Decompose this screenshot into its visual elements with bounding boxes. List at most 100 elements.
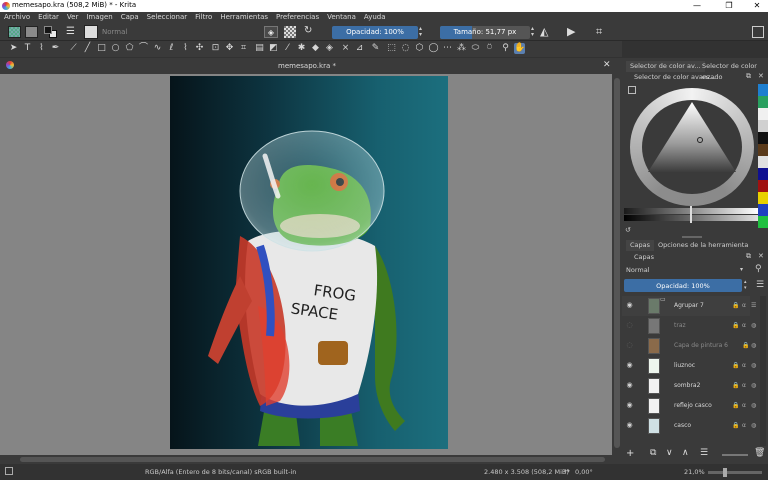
rect-select-icon[interactable]: ⬚ <box>386 43 397 54</box>
layers-menu-icon[interactable]: ☰ <box>756 280 764 290</box>
crop-tool-icon[interactable]: ⌗ <box>238 43 249 54</box>
layer-row[interactable]: ◉ sombra2 🔒 α ◍ <box>622 376 756 396</box>
zoom-tool-icon[interactable]: ⚲ <box>500 43 511 54</box>
lock-icon[interactable]: 🔒 <box>732 322 739 329</box>
blend-mode-select[interactable]: Normal <box>102 28 252 38</box>
move-layer-up-button[interactable]: ∧ <box>682 448 689 458</box>
transform-tool-icon[interactable]: ⊡ <box>210 43 221 54</box>
palette-swatch[interactable] <box>758 96 768 108</box>
layer-row[interactable]: ◉ liuznoc 🔒 α ◍ <box>622 356 756 376</box>
opacity-stepper-icon[interactable]: ▴ ▾ <box>419 26 425 39</box>
layer-row[interactable]: ◌ Capa de pintura 6 🔒 ◍ <box>622 336 756 356</box>
line-tool-icon[interactable]: ╱ <box>82 43 93 54</box>
polygon-select-icon[interactable]: ⬡ <box>414 43 425 54</box>
calligraphy-icon[interactable]: ✒ <box>50 43 61 54</box>
lock-icon[interactable]: 🔒 <box>732 402 739 409</box>
horizontal-scrollbar[interactable] <box>0 455 622 464</box>
menu-editar[interactable]: Editar <box>34 12 63 23</box>
zoom-slider[interactable] <box>708 468 762 477</box>
visibility-hidden-icon[interactable]: ◌ <box>625 341 634 350</box>
layer-row[interactable]: ◉ ▭ Agrupar 7 🔒 α ☰ <box>622 296 756 316</box>
palette-swatch[interactable] <box>758 168 768 180</box>
close-window-button[interactable]: ✕ <box>746 0 768 12</box>
crop-icon[interactable]: ⌗ <box>596 25 608 38</box>
layer-opacity-stepper-icon[interactable]: ▴ ▾ <box>744 279 747 291</box>
layer-row[interactable]: ◌ traz 🔒 α ◍ <box>622 316 756 336</box>
layer-row[interactable]: ◉ casco 🔒 α ◍ <box>622 416 756 436</box>
minimize-button[interactable]: — <box>686 0 708 12</box>
gradient-tool-icon[interactable]: ▤ <box>254 43 265 54</box>
palette-swatch[interactable] <box>758 216 768 228</box>
add-layer-button[interactable]: + <box>626 448 634 459</box>
palette-swatch[interactable] <box>758 144 768 156</box>
delete-layer-button[interactable]: 🗑 <box>754 448 765 458</box>
tab-specific-color-selector[interactable]: Selector de color es... <box>698 61 768 81</box>
visibility-eye-icon[interactable]: ◉ <box>625 301 634 310</box>
layers-float-icon[interactable]: ⧉ <box>746 252 751 261</box>
colorize-mask-icon[interactable]: ◩ <box>268 43 279 54</box>
lock-icon[interactable]: 🔒 <box>732 382 739 389</box>
menu-herramientas[interactable]: Herramientas <box>216 12 272 23</box>
lock-icon[interactable]: 🔒 <box>732 362 739 369</box>
menu-archivo[interactable]: Archivo <box>0 12 34 23</box>
similar-select-icon[interactable]: ⁂ <box>456 43 467 54</box>
smart-patch-icon[interactable]: ✱ <box>296 43 307 54</box>
visibility-eye-icon[interactable]: ◉ <box>625 361 634 370</box>
palette-swatch[interactable] <box>758 204 768 216</box>
alpha-lock-icon[interactable]: α <box>742 422 746 429</box>
palette-swatch[interactable] <box>758 180 768 192</box>
gradient-swatch[interactable] <box>25 26 38 38</box>
layers-close-icon[interactable]: ✕ <box>758 252 764 260</box>
layer-blend-mode-select[interactable]: Normal <box>626 266 748 276</box>
group-expand-icon[interactable]: ☰ <box>751 302 756 309</box>
canvas-area[interactable]: FROG SPACE <box>0 74 612 455</box>
reference-tool-icon[interactable]: ✎ <box>370 43 381 54</box>
multibrush-icon[interactable]: ✣ <box>194 43 205 54</box>
gradient-handle-icon[interactable] <box>690 206 692 223</box>
palette-strip[interactable] <box>758 84 768 228</box>
color-selector-settings-icon[interactable] <box>628 86 636 94</box>
layer-filter-icon[interactable]: ⚲ <box>755 264 762 274</box>
palette-swatch[interactable] <box>758 120 768 132</box>
maximize-button[interactable]: ❐ <box>718 0 740 12</box>
close-document-button[interactable]: ✕ <box>603 60 611 70</box>
freehand-select-icon[interactable]: ◯ <box>428 43 439 54</box>
visibility-eye-icon[interactable]: ◉ <box>625 401 634 410</box>
layer-row[interactable]: ◉ reflejo casco 🔒 α ◍ <box>622 396 756 416</box>
dynamic-brush-icon[interactable]: ⌇ <box>180 43 191 54</box>
palette-swatch[interactable] <box>758 156 768 168</box>
polygon-tool-icon[interactable]: ⬠ <box>124 43 135 54</box>
pan-tool-icon[interactable]: ✋ <box>514 43 525 54</box>
select-shapes-icon[interactable]: ➤ <box>8 43 19 54</box>
docker-float-icon[interactable]: ⧉ <box>746 72 751 81</box>
lock-icon[interactable]: 🔒 <box>732 422 739 429</box>
mirror-horizontal-icon[interactable]: ◭ <box>540 25 552 38</box>
tab-advanced-color-selector[interactable]: Selector de color av... <box>626 61 705 72</box>
palette-swatch[interactable] <box>758 192 768 204</box>
reload-preset-icon[interactable]: ↻ <box>304 25 316 37</box>
fg-bg-color-icon[interactable] <box>44 26 58 38</box>
brush-settings-icon[interactable]: ☰ <box>66 26 78 38</box>
bezier-select-icon[interactable]: ⬭ <box>470 43 481 54</box>
preserve-alpha-icon[interactable] <box>284 26 296 38</box>
reset-color-icon[interactable]: ↺ <box>625 226 631 234</box>
menu-filtro[interactable]: Filtro <box>191 12 216 23</box>
move-layer-down-button[interactable]: ∨ <box>666 448 673 458</box>
fill-tool-icon[interactable]: ◆ <box>310 43 321 54</box>
mirror-vertical-icon[interactable]: ▶ <box>567 25 579 38</box>
bezier-tool-icon[interactable]: ∿ <box>152 43 163 54</box>
vertical-scrollbar[interactable] <box>612 74 622 455</box>
visibility-eye-icon[interactable]: ◉ <box>625 421 634 430</box>
menu-imagen[interactable]: Imagen <box>82 12 116 23</box>
assistant-tool-icon[interactable]: ⨯ <box>340 43 351 54</box>
ellipse-tool-icon[interactable]: ○ <box>110 43 121 54</box>
brush-preset-icon[interactable] <box>84 25 98 39</box>
edit-shapes-icon[interactable]: ⌇ <box>36 43 47 54</box>
pattern-swatch[interactable] <box>8 26 21 38</box>
menu-capa[interactable]: Capa <box>117 12 143 23</box>
docker-toggle-icon[interactable] <box>752 26 764 38</box>
menu-ventana[interactable]: Ventana <box>323 12 360 23</box>
move-tool-icon[interactable]: ✥ <box>224 43 235 54</box>
contiguous-select-icon[interactable]: ⋯ <box>442 43 453 54</box>
brush-tool-icon[interactable]: ⟋ <box>68 43 79 54</box>
